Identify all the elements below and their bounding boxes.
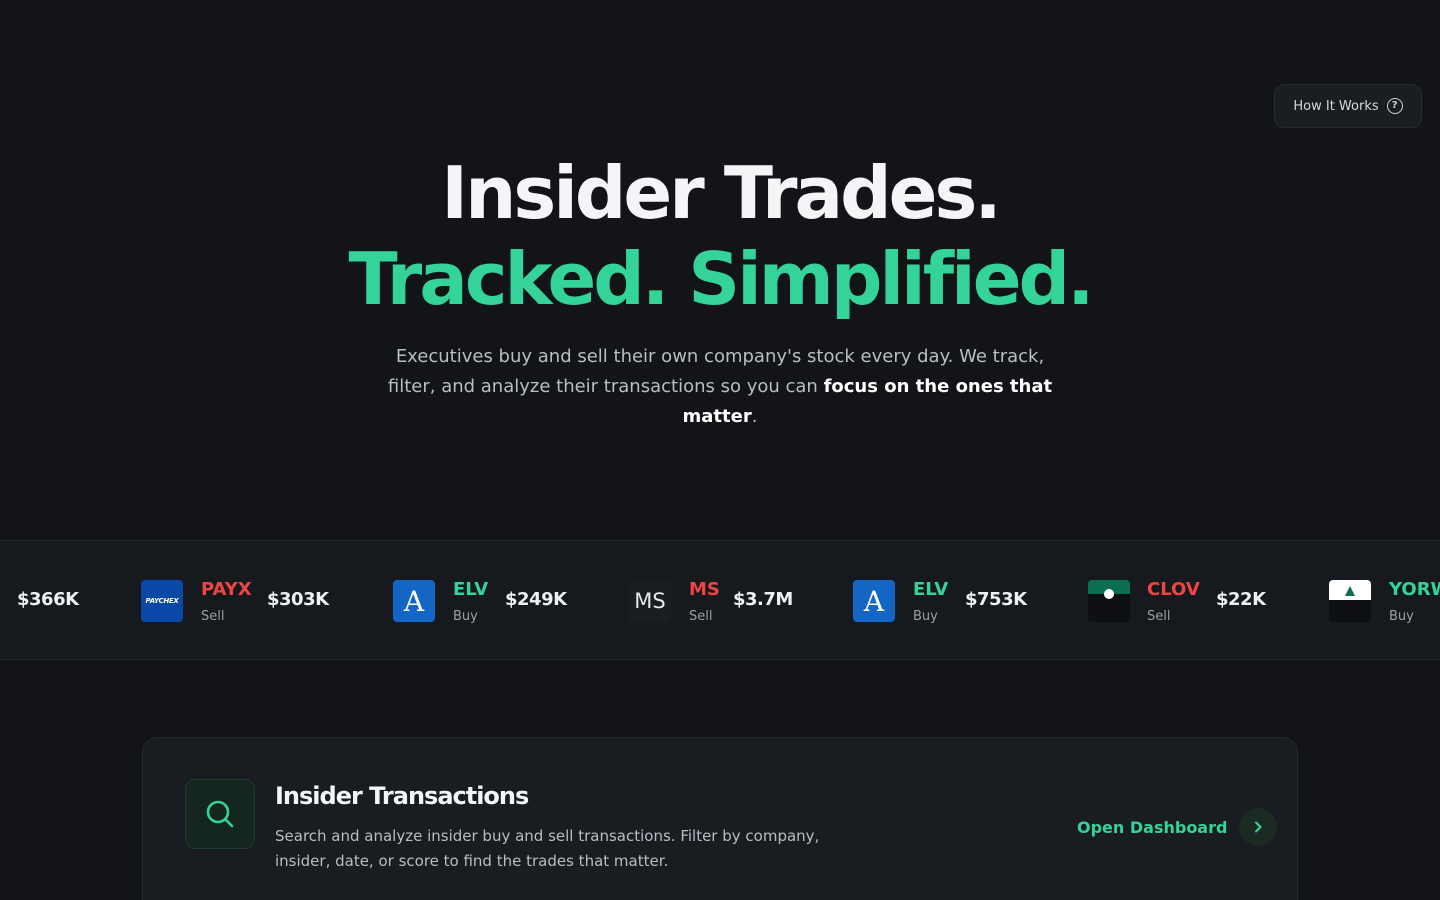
open-dashboard-link[interactable]: Open Dashboard <box>1077 808 1278 846</box>
insider-transactions-card: Insider Transactions Search and analyze … <box>142 737 1298 900</box>
page: How It Works ? Insider Trades. Tracked. … <box>0 0 1440 900</box>
ticker-symbol[interactable]: PAYX <box>201 579 252 600</box>
ticker-side: Sell <box>689 609 713 624</box>
ticker-amount: $753K <box>965 589 1027 610</box>
morgan-stanley-logo-text: MS <box>634 589 666 613</box>
elevance-logo-icon: A <box>853 580 895 622</box>
ticker-amount: $249K <box>505 589 567 610</box>
hero-title-line2: Tracked. Simplified. <box>348 237 1095 321</box>
search-icon <box>185 779 255 849</box>
morgan-stanley-logo-icon: MS <box>629 580 671 622</box>
elevance-logo-text: A <box>863 584 885 618</box>
open-dashboard-label: Open Dashboard <box>1077 817 1228 837</box>
elevance-logo-text: A <box>403 584 425 618</box>
paychex-logo-text: PAYCHEX <box>145 597 179 605</box>
ticker-side: Sell <box>201 609 225 624</box>
york-water-logo-icon <box>1329 580 1371 622</box>
hero-subtitle: Executives buy and sell their own compan… <box>380 342 1060 432</box>
card-description: Search and analyze insider buy and sell … <box>275 827 820 870</box>
paychex-logo-icon: PAYCHEX <box>141 580 183 622</box>
ticker-symbol[interactable]: ELV <box>453 579 488 600</box>
clover-logo-icon <box>1088 580 1130 622</box>
ticker-side: Sell <box>1147 609 1171 624</box>
clover-logo-dot <box>1104 589 1114 599</box>
ticker-amount: $303K <box>267 589 329 610</box>
trade-ticker: $366K PAYCHEX PAYX Sell $303K A ELV Buy … <box>0 540 1440 660</box>
hero-title-line1: Insider Trades. <box>441 151 1001 235</box>
hero-subtitle-end: . <box>751 406 758 427</box>
ticker-symbol[interactable]: CLOV <box>1147 579 1200 600</box>
ticker-amount: $3.7M <box>733 589 793 610</box>
question-circle-icon: ? <box>1386 98 1403 114</box>
ticker-leading-amount: $366K <box>17 589 79 610</box>
elevance-logo-icon: A <box>393 580 435 622</box>
ticker-symbol[interactable]: ELV <box>913 579 948 600</box>
ticker-amount: $22K <box>1216 589 1266 610</box>
ticker-symbol[interactable]: YORW <box>1389 579 1440 600</box>
card-title: Insider Transactions <box>275 782 529 810</box>
how-it-works-label: How It Works <box>1293 98 1379 114</box>
ticker-side: Buy <box>913 609 938 624</box>
ticker-symbol[interactable]: MS <box>689 579 720 600</box>
ticker-side: Buy <box>453 609 478 624</box>
chevron-right-icon <box>1239 808 1278 846</box>
hero-section: Insider Trades. Tracked. Simplified. Exe… <box>0 150 1440 432</box>
ticker-side: Buy <box>1389 609 1414 624</box>
how-it-works-button[interactable]: How It Works ? <box>1274 84 1422 128</box>
york-logo-triangle <box>1345 586 1355 596</box>
